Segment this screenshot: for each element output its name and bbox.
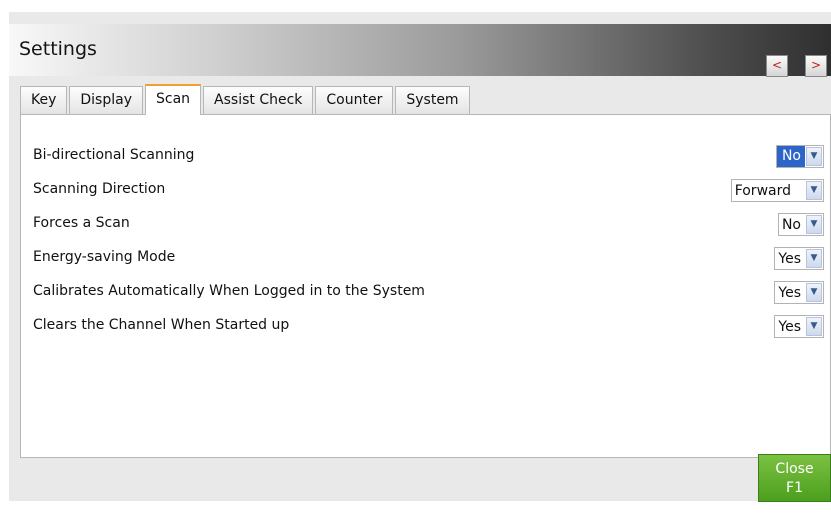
tab-counter[interactable]: Counter (315, 86, 394, 114)
select-value: Yes (778, 318, 801, 335)
setting-row-forces-scan: Forces a Scan No ▼ (33, 211, 828, 237)
close-shortcut: F1 (786, 480, 803, 496)
forces-scan-select[interactable]: No ▼ (777, 213, 824, 236)
scan-settings-panel: Bi-directional Scanning No ▼ Scanning Di… (20, 114, 831, 458)
setting-label: Calibrates Automatically When Logged in … (33, 283, 425, 299)
setting-row-clear-channel: Clears the Channel When Started up Yes ▼ (33, 313, 828, 339)
energy-saving-select[interactable]: Yes ▼ (774, 247, 824, 270)
close-button[interactable]: Close F1 (758, 454, 831, 502)
setting-label: Scanning Direction (33, 181, 166, 197)
chevron-down-icon[interactable]: ▼ (806, 215, 822, 234)
auto-calibrate-select[interactable]: Yes ▼ (774, 281, 824, 304)
tab-bar: Key Display Scan Assist Check Counter Sy… (20, 84, 472, 115)
setting-row-scanning-direction: Scanning Direction Forward ▼ (33, 177, 828, 203)
setting-label: Energy-saving Mode (33, 249, 176, 265)
settings-window: Settings < > Key Display Scan Assist Che… (9, 12, 831, 501)
chevron-down-icon[interactable]: ▼ (806, 249, 822, 268)
close-label: Close (775, 461, 814, 477)
chevron-down-icon[interactable]: ▼ (806, 147, 822, 166)
next-button[interactable]: > (805, 55, 827, 77)
setting-row-bidirectional-scanning: Bi-directional Scanning No ▼ (33, 143, 828, 169)
select-value: No (781, 216, 801, 233)
tab-assist-check[interactable]: Assist Check (203, 86, 314, 114)
select-value: Forward (734, 182, 791, 199)
scanning-direction-select[interactable]: Forward ▼ (730, 179, 824, 202)
tab-scan[interactable]: Scan (145, 84, 202, 115)
title-bar: Settings < > (9, 24, 831, 77)
setting-label: Clears the Channel When Started up (33, 317, 290, 333)
previous-button[interactable]: < (766, 55, 788, 77)
select-value: No (776, 146, 805, 167)
tab-key[interactable]: Key (20, 86, 68, 114)
setting-label: Forces a Scan (33, 215, 130, 231)
setting-row-energy-saving: Energy-saving Mode Yes ▼ (33, 245, 828, 271)
clear-channel-select[interactable]: Yes ▼ (774, 315, 824, 338)
window-title: Settings (19, 38, 97, 60)
select-value: Yes (778, 250, 801, 267)
setting-row-auto-calibrate: Calibrates Automatically When Logged in … (33, 279, 828, 305)
chevron-down-icon[interactable]: ▼ (806, 283, 822, 302)
chevron-down-icon[interactable]: ▼ (806, 317, 822, 336)
select-value: Yes (778, 284, 801, 301)
setting-label: Bi-directional Scanning (33, 147, 195, 163)
bidirectional-scanning-select[interactable]: No ▼ (775, 145, 824, 168)
chevron-down-icon[interactable]: ▼ (806, 181, 822, 200)
tab-display[interactable]: Display (69, 86, 143, 114)
tab-system[interactable]: System (395, 86, 470, 114)
